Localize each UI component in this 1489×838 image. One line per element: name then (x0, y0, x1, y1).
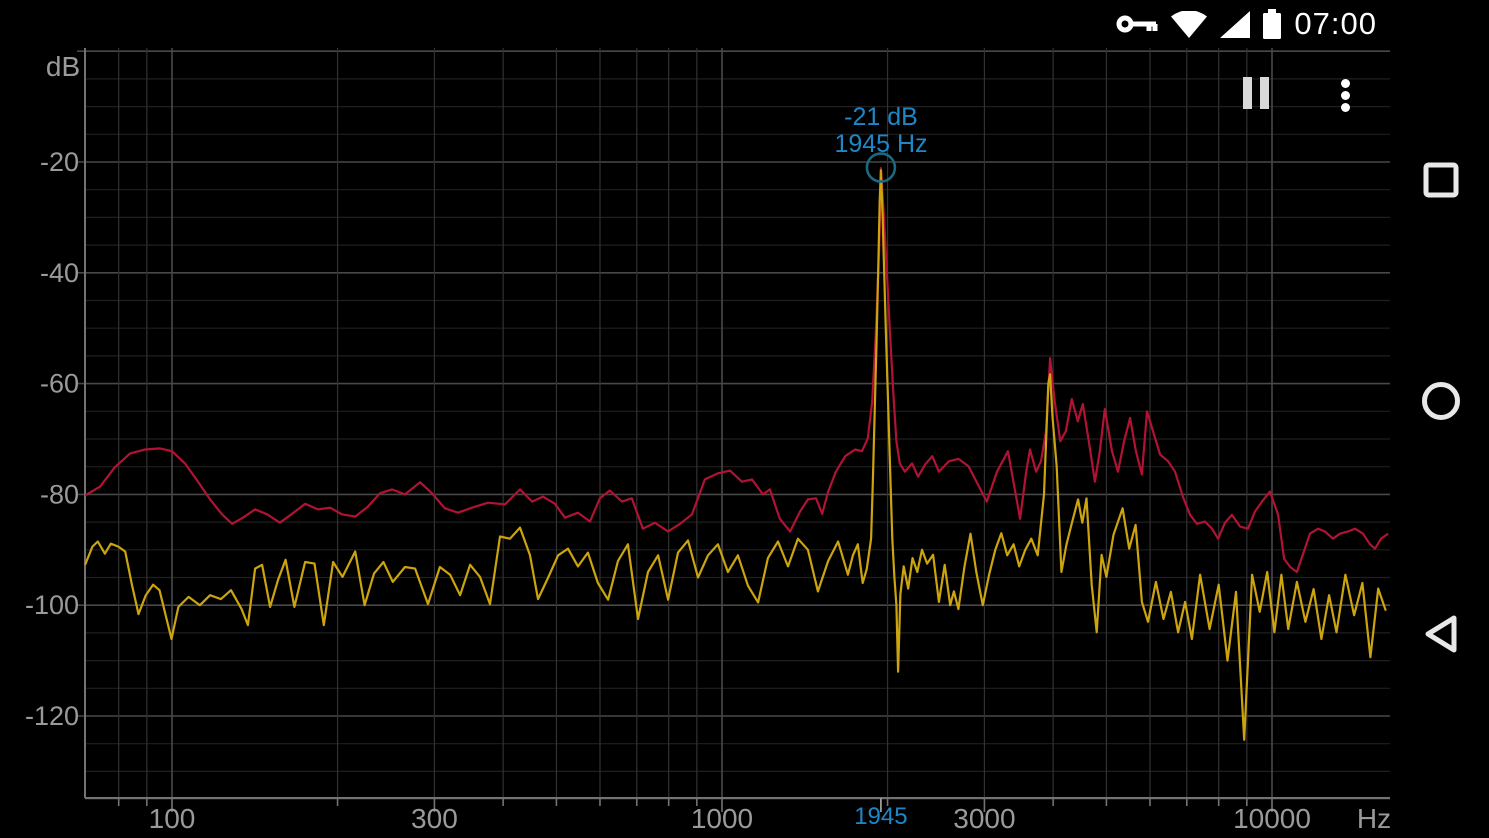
y-tick-label: -40 (40, 258, 79, 288)
pause-button[interactable] (1243, 77, 1269, 109)
x-tick-label: 100 (149, 803, 196, 834)
recents-button[interactable] (1423, 162, 1459, 198)
navigation-bar (1393, 0, 1489, 838)
x-tick-label: 3000 (953, 803, 1015, 834)
average-trace (85, 168, 1388, 572)
overflow-menu-icon (1341, 91, 1350, 100)
back-triangle-icon (1428, 618, 1454, 650)
x-tick-label: 300 (411, 803, 458, 834)
y-tick-label: -20 (40, 147, 79, 177)
x-tick-label: 1000 (691, 803, 753, 834)
overflow-menu-icon (1341, 79, 1350, 88)
x-tick-label: 10000 (1233, 803, 1311, 834)
status-bar: 07:00 (0, 0, 1377, 48)
live-trace (85, 170, 1386, 740)
marker-axis-label: 1945 (854, 803, 907, 830)
marker-db-label: -21 dB (801, 103, 961, 132)
recents-square-icon (1426, 165, 1456, 195)
y-tick-label: -100 (25, 590, 79, 620)
y-tick-label: -80 (40, 479, 79, 509)
wifi-icon (1171, 11, 1207, 38)
y-tick-label: -120 (25, 701, 79, 731)
screen: { "status_bar": { "time": "07:00", "icon… (0, 0, 1489, 838)
key-icon (1116, 11, 1158, 37)
back-button[interactable] (1423, 614, 1459, 654)
home-circle-icon (1425, 385, 1458, 418)
pause-icon (1243, 77, 1252, 109)
home-button[interactable] (1421, 381, 1461, 421)
status-clock: 07:00 (1294, 6, 1377, 42)
overflow-menu-icon (1341, 103, 1350, 112)
pause-icon (1260, 77, 1269, 109)
overflow-menu-button[interactable] (1341, 79, 1350, 112)
x-axis-unit-label: Hz (1357, 803, 1391, 834)
y-axis-unit-label: dB (46, 51, 80, 82)
marker-freq-label: 1945 Hz (801, 130, 961, 159)
y-tick-label: -60 (40, 369, 79, 399)
cell-signal-icon (1220, 11, 1250, 38)
spectrum-plot[interactable]: -20 -40 -60 -80 -100 -120 100 300 1000 3000 10000 d… (0, 0, 1489, 838)
battery-icon (1263, 9, 1281, 39)
